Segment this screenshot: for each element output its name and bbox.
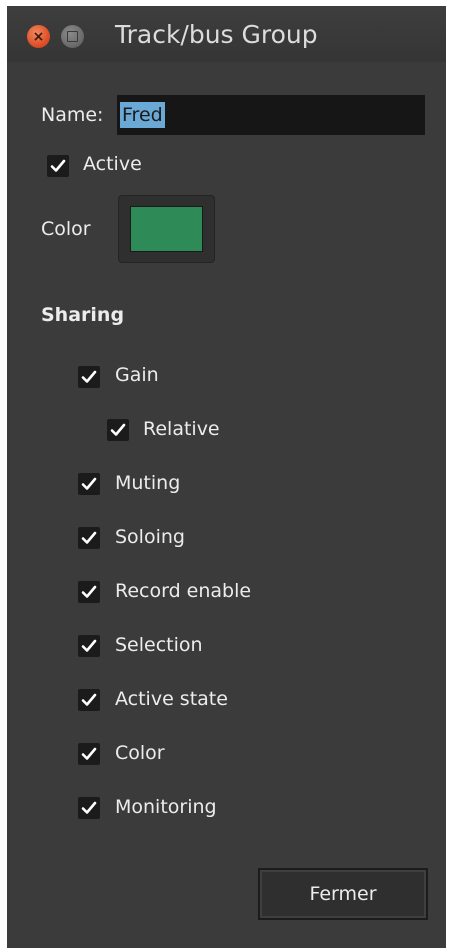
muting-label: Muting xyxy=(115,472,181,494)
color-sharing-checkbox[interactable] xyxy=(78,743,100,765)
relative-checkbox[interactable] xyxy=(107,419,129,441)
square-glyph xyxy=(67,31,78,42)
title-bar: × Track/bus Group xyxy=(7,6,446,62)
name-label: Name: xyxy=(41,104,104,126)
color-picker-button[interactable] xyxy=(118,195,215,263)
monitoring-checkbox[interactable] xyxy=(78,797,100,819)
color-label: Color xyxy=(41,218,91,240)
relative-label: Relative xyxy=(143,418,220,440)
checkmark-icon xyxy=(81,693,97,706)
active-state-label: Active state xyxy=(115,688,228,710)
window-square-icon[interactable] xyxy=(61,25,84,48)
name-input[interactable]: Fred xyxy=(117,95,425,135)
selection-checkbox[interactable] xyxy=(78,635,100,657)
active-checkbox[interactable] xyxy=(47,155,69,177)
monitoring-label: Monitoring xyxy=(115,796,217,818)
active-label: Active xyxy=(83,153,142,175)
gain-label: Gain xyxy=(115,364,159,386)
checkmark-icon xyxy=(81,370,97,383)
muting-checkbox[interactable] xyxy=(78,473,100,495)
color-sharing-label: Color xyxy=(115,742,165,764)
record-enable-checkbox[interactable] xyxy=(78,581,100,603)
soloing-checkbox[interactable] xyxy=(78,527,100,549)
checkmark-icon xyxy=(81,477,97,490)
name-input-value: Fred xyxy=(120,102,165,128)
fermer-button-label: Fermer xyxy=(309,883,377,905)
close-glyph: × xyxy=(32,28,45,45)
checkmark-icon xyxy=(81,801,97,814)
color-swatch xyxy=(130,206,203,252)
checkmark-icon xyxy=(110,423,126,436)
checkmark-icon xyxy=(50,159,66,172)
record-enable-label: Record enable xyxy=(115,580,252,602)
fermer-button[interactable]: Fermer xyxy=(258,868,428,920)
selection-label: Selection xyxy=(115,634,203,656)
soloing-label: Soloing xyxy=(115,526,185,548)
track-bus-group-dialog: × Track/bus Group Name: Fred Active Colo… xyxy=(7,6,446,948)
gain-checkbox[interactable] xyxy=(78,366,100,388)
window-title: Track/bus Group xyxy=(115,20,318,49)
active-state-checkbox[interactable] xyxy=(78,689,100,711)
checkmark-icon xyxy=(81,747,97,760)
checkmark-icon xyxy=(81,639,97,652)
checkmark-icon xyxy=(81,531,97,544)
close-icon[interactable]: × xyxy=(27,25,50,48)
sharing-heading: Sharing xyxy=(41,304,125,326)
checkmark-icon xyxy=(81,585,97,598)
